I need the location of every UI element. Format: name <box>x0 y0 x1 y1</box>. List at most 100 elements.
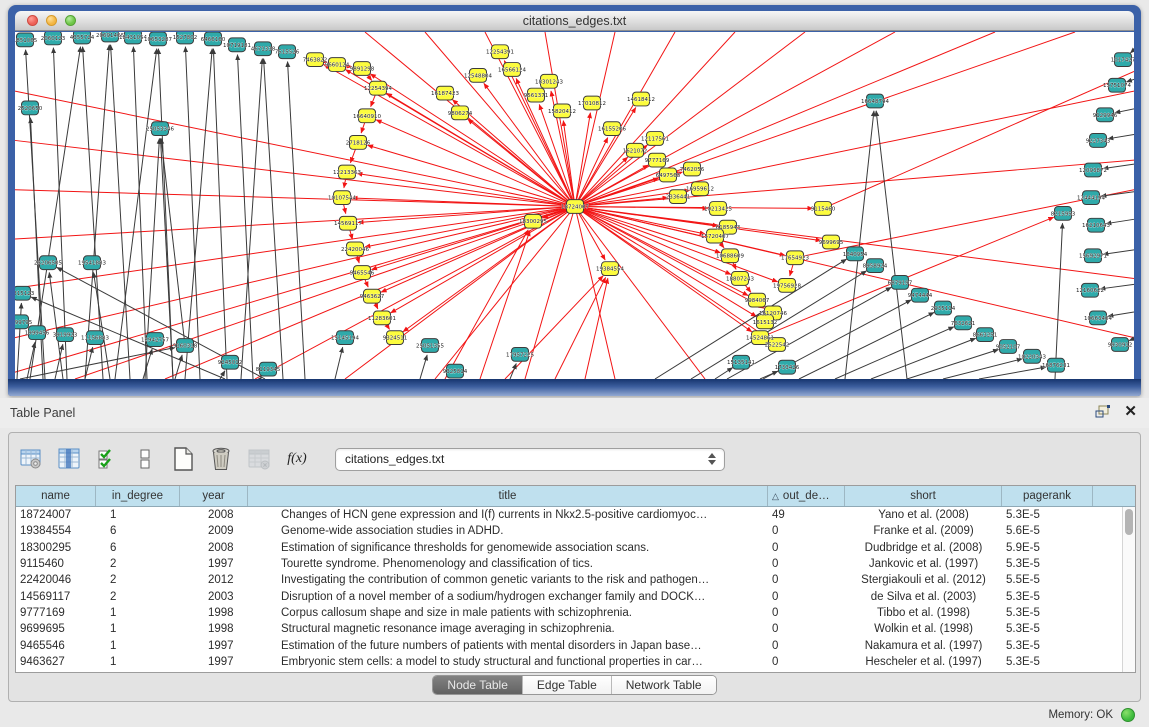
graph-edge-black[interactable] <box>510 364 516 379</box>
graph-edge-black[interactable] <box>1108 135 1134 139</box>
graph-edge-red[interactable] <box>368 145 575 206</box>
graph-edge-black[interactable] <box>943 359 1022 379</box>
graph-edge-red[interactable] <box>575 32 995 206</box>
function-builder-button[interactable]: f(x) <box>283 445 311 473</box>
graph-node-label: 9325814 <box>443 369 468 375</box>
cell-title: Disruption of a novel member of a sodium… <box>248 591 768 603</box>
graph-node-label: 25206505 <box>34 261 62 267</box>
cell-out-de-: 0 <box>768 525 845 537</box>
graph-edge-black[interactable] <box>264 59 283 379</box>
graph-edge-red[interactable] <box>387 93 575 206</box>
column-header-out-de-[interactable]: △out_de… <box>768 486 845 506</box>
graph-edge-red[interactable] <box>575 32 735 206</box>
tab-node-table[interactable]: Node Table <box>433 676 523 694</box>
graph-edge-black[interactable] <box>185 49 212 379</box>
graph-edge-black[interactable] <box>1130 50 1134 53</box>
graph-edge-black[interactable] <box>907 350 998 379</box>
graph-edge-black[interactable] <box>1129 339 1134 341</box>
graph-edge-black[interactable] <box>111 45 130 379</box>
table-vertical-scrollbar[interactable] <box>1122 507 1135 672</box>
column-chooser-button[interactable] <box>55 445 83 473</box>
graph-edge-black[interactable] <box>161 138 185 345</box>
graph-edge-red[interactable] <box>545 32 575 206</box>
graph-edge-black[interactable] <box>799 312 934 379</box>
table-select-combobox[interactable]: citations_edges.txt <box>335 448 725 471</box>
graph-edge-red[interactable] <box>365 32 575 206</box>
graph-edge-black[interactable] <box>979 367 1046 379</box>
table-row[interactable]: 969969511998Structural magnetic resonanc… <box>16 621 1135 637</box>
table-row[interactable]: 946554611997Estimation of the future num… <box>16 637 1135 653</box>
tab-network-table[interactable]: Network Table <box>612 676 716 694</box>
graph-edge-red[interactable] <box>376 120 575 207</box>
cell-name: 14569117 <box>16 591 96 603</box>
graph-node-label: 9930912 <box>1108 342 1132 348</box>
cell-year: 1998 <box>180 623 248 635</box>
column-header-title[interactable]: title <box>248 486 768 506</box>
graph-node-label: 11156883 <box>81 336 109 342</box>
graph-node-label: 8215953 <box>1051 211 1076 217</box>
graph-edge-black[interactable] <box>1106 219 1134 223</box>
graph-edge-black[interactable] <box>1126 79 1134 82</box>
graph-edge-black[interactable] <box>83 47 103 379</box>
graph-node-label: 10213425 <box>704 206 732 212</box>
graph-edge-black[interactable] <box>49 272 63 379</box>
graph-node-label: 12093872 <box>1079 168 1107 174</box>
table-row[interactable]: 911546021997Tourette syndrome. Phenomeno… <box>16 556 1135 572</box>
table-settings-button[interactable] <box>17 445 45 473</box>
graph-node-label: 7462056 <box>680 167 705 173</box>
graph-edge-black[interactable] <box>133 47 147 379</box>
scrollbar-thumb[interactable] <box>1125 509 1133 535</box>
graph-edge-red[interactable] <box>391 206 575 312</box>
graph-edge-black[interactable] <box>1115 109 1134 113</box>
column-header-year[interactable]: year <box>180 486 248 506</box>
graph-node-label: 19756928 <box>773 283 801 289</box>
table-row[interactable]: 2242004622012Investigating the contribut… <box>16 572 1135 588</box>
graph-node-label: 4671338 <box>251 47 276 53</box>
network-graph[interactable]: 1872400718510652060123435572420691406184… <box>15 32 1134 379</box>
trash-button[interactable] <box>207 445 235 473</box>
tab-edge-table[interactable]: Edge Table <box>523 676 612 694</box>
graph-edge-black[interactable] <box>185 47 200 379</box>
graph-edge-red[interactable] <box>585 278 608 379</box>
table-row[interactable]: 946362711997Embryonic stem cells: a mode… <box>16 654 1135 670</box>
table-row[interactable]: 1456911722003Disruption of a novel membe… <box>16 588 1135 604</box>
table-row[interactable]: 1830029562008Estimation of significance … <box>16 540 1135 556</box>
table-row[interactable]: 1872400712008Changes of HCN gene express… <box>16 507 1135 523</box>
column-header-pagerank[interactable]: pagerank <box>1002 486 1093 506</box>
column-header-short[interactable]: short <box>845 486 1002 506</box>
graph-node-label: 12942757 <box>141 338 169 344</box>
table-row[interactable]: 977716911998Corpus callosum shape and si… <box>16 605 1135 621</box>
graph-edge-red[interactable] <box>575 138 608 207</box>
graph-edge-black[interactable] <box>213 49 227 379</box>
graph-edge-red[interactable] <box>555 277 606 379</box>
column-header-name[interactable]: name <box>16 486 96 506</box>
table-row[interactable]: 1938455462009Genome-wide association stu… <box>16 523 1135 539</box>
cell-title: Investigating the contribution of common… <box>248 574 768 586</box>
row-chooser-button[interactable] <box>131 445 159 473</box>
network-window-titlebar[interactable]: citations_edges.txt <box>15 11 1134 31</box>
cell-year: 1997 <box>180 656 248 668</box>
cell-pagerank: 5.9E-5 <box>1002 542 1093 554</box>
graph-edge-black[interactable] <box>760 371 778 379</box>
graph-edge-black[interactable] <box>335 347 343 379</box>
graph-edge-black[interactable] <box>1103 250 1134 254</box>
network-canvas[interactable]: 1872400718510652060123435572420691406184… <box>15 32 1134 379</box>
graph-edge-black[interactable] <box>237 55 253 379</box>
graph-edge-black[interactable] <box>1101 192 1134 197</box>
float-panel-icon[interactable] <box>1095 405 1110 419</box>
graph-edge-black[interactable] <box>420 355 427 379</box>
graph-edge-black[interactable] <box>288 62 305 379</box>
new-file-button[interactable] <box>169 445 197 473</box>
graph-edge-red[interactable] <box>575 32 895 206</box>
graph-edge-black[interactable] <box>1055 223 1063 379</box>
select-checklist-button[interactable] <box>93 445 121 473</box>
cell-in-degree: 1 <box>96 509 180 521</box>
graph-node-label: 1615132 <box>753 320 777 326</box>
graph-edge-red[interactable] <box>15 206 575 288</box>
column-header-in-degree[interactable]: in_degree <box>96 486 180 506</box>
close-panel-icon[interactable]: ✕ <box>1124 405 1137 419</box>
graph-edge-black[interactable] <box>1103 164 1134 168</box>
graph-edge-black[interactable] <box>1100 284 1134 289</box>
graph-edge-black[interactable] <box>871 338 976 379</box>
graph-edge-black[interactable] <box>241 59 262 379</box>
